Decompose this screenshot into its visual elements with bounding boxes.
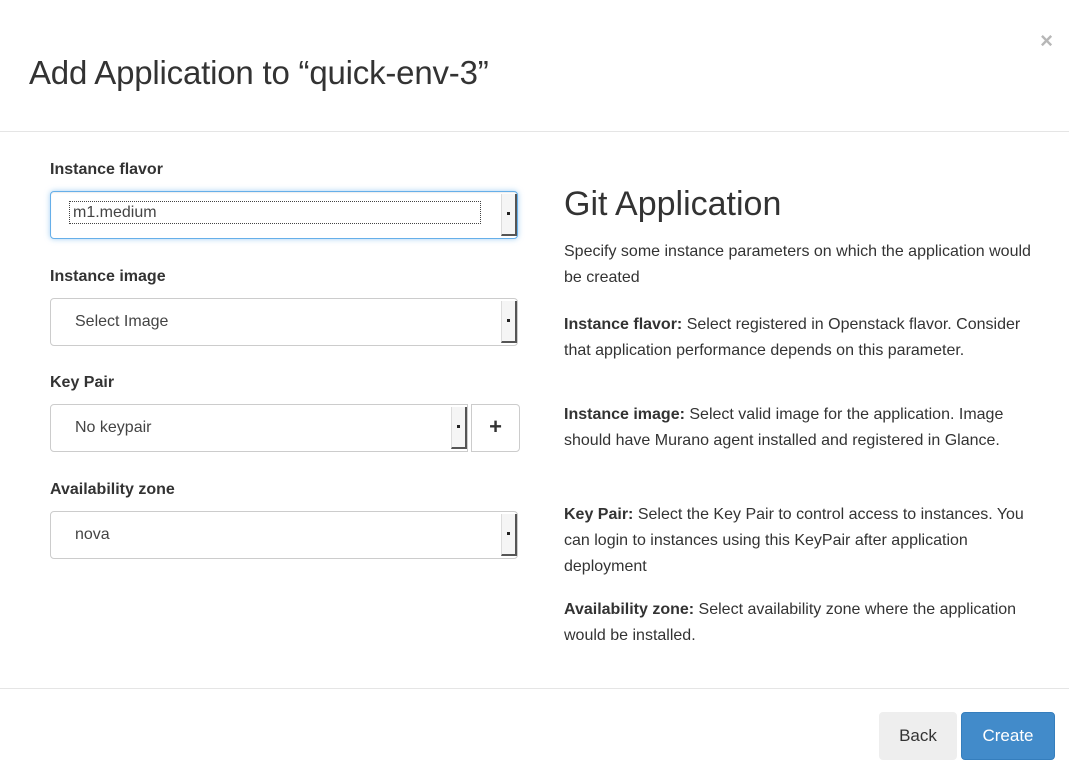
availability-zone-value: nova [75,526,110,543]
dialog-footer: Back Create [0,688,1069,776]
instance-flavor-label: Instance flavor [50,161,163,178]
plus-icon: + [489,414,502,439]
help-item-availability-zone: Availability zone: Select availability z… [564,597,1044,649]
help-term: Key Pair: [564,506,634,523]
add-application-dialog: Add Application to “quick-env-3” × Insta… [0,0,1069,776]
key-pair-value: No keypair [75,419,152,436]
help-term: Instance image: [564,406,685,423]
help-item-instance-image: Instance image: Select valid image for t… [564,402,1044,454]
availability-zone-label: Availability zone [50,481,175,498]
instance-image-label: Instance image [50,268,166,285]
create-button[interactable]: Create [961,712,1055,760]
help-title: Git Application [564,185,782,223]
key-pair-select[interactable]: No keypair [50,404,468,452]
instance-image-value: Select Image [75,313,169,330]
dropdown-arrow-icon [451,407,467,449]
help-intro: Specify some instance parameters on whic… [564,243,1031,286]
dialog-title: Add Application to “quick-env-3” [29,54,489,91]
dialog-header: Add Application to “quick-env-3” × [0,0,1069,132]
back-button[interactable]: Back [879,712,957,760]
dropdown-arrow-icon [501,301,517,343]
instance-flavor-value: m1.medium [69,201,481,224]
close-icon[interactable]: × [1040,30,1053,52]
availability-zone-select[interactable]: nova [50,511,518,559]
key-pair-label: Key Pair [50,374,115,391]
dropdown-arrow-icon [501,514,517,556]
add-keypair-button[interactable]: + [471,404,520,452]
help-item-key-pair: Key Pair: Select the Key Pair to control… [564,502,1044,580]
help-item-instance-flavor: Instance flavor: Select registered in Op… [564,312,1044,364]
instance-flavor-select[interactable]: m1.medium [50,191,518,239]
instance-image-select[interactable]: Select Image [50,298,518,346]
dropdown-arrow-icon [501,194,517,236]
help-term: Instance flavor: [564,316,683,333]
help-term: Availability zone: [564,601,695,618]
help-text: Select the Key Pair to control access to… [564,506,1024,575]
